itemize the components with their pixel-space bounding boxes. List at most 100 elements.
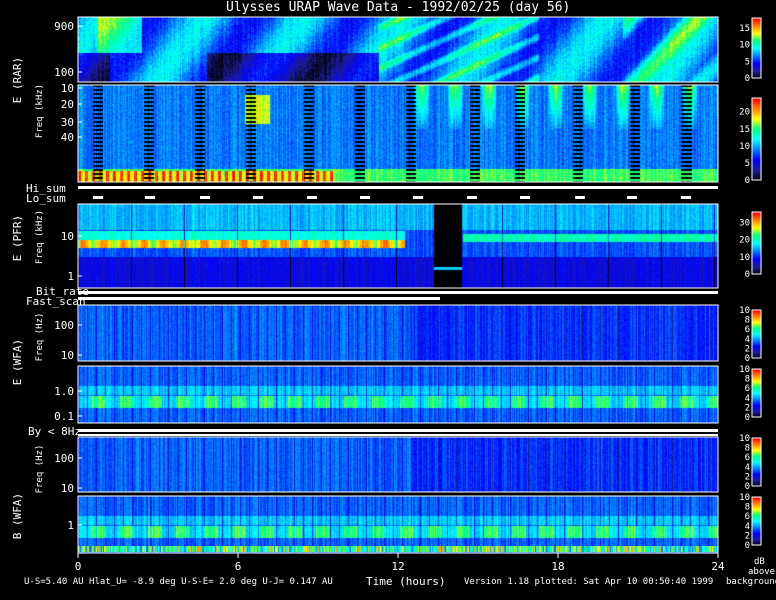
- colorbar-tick-wfa_b_high-3: 4: [745, 463, 750, 473]
- footer-right: Version 1.18 plotted: Sat Apr 10 00:50:4…: [464, 577, 714, 587]
- y-tick-label-rar_low-1: 30: [61, 116, 74, 129]
- colorbar-frame-5: [751, 437, 762, 487]
- colorbar-tick-wfa_e_low-5: 0: [745, 413, 750, 423]
- colorbar-tick-wfa_e_low-3: 4: [745, 394, 750, 404]
- axis-unit-wfa-e: Freq (Hz): [35, 312, 45, 362]
- x-tick-label-3: 18: [551, 560, 564, 573]
- panel-frame-4: [77, 365, 719, 424]
- y-tick-label-wfa_e_low-1: 0.1: [54, 410, 74, 423]
- colorbar-tick-wfa_b_low-2: 6: [745, 512, 750, 522]
- colorbar-tick-wfa_b_high-1: 8: [745, 444, 750, 454]
- colorbar-tick-rar_low-3: 5: [745, 159, 750, 169]
- by-8hz-bar-2: [78, 434, 718, 436]
- axis-title-rar: E (RAR): [11, 56, 24, 104]
- y-tick-label-wfa_e_high-0: 100: [54, 319, 74, 332]
- y-tick-label-pfr-0: 10: [61, 230, 74, 243]
- bit-rate-bar: [78, 291, 718, 294]
- colorbar-tick-rar_low-0: 20: [739, 108, 750, 118]
- colorbar-tick-wfa_e_low-2: 6: [745, 384, 750, 394]
- colorbar-unit-3: background: [726, 577, 776, 587]
- plot-root: Ulysses URAP Wave Data - 1992/02/25 (day…: [0, 0, 776, 600]
- lo-sum-marker-5: [360, 196, 370, 199]
- y-tick-label-rar_low-0: 40: [61, 131, 74, 144]
- x-tick-label-4: 24: [711, 560, 725, 573]
- y-tick-label-wfa_b_high-0: 100: [54, 452, 74, 465]
- axis-title-wfa-e: E (WFA): [11, 338, 24, 386]
- lo-sum-marker-0: [93, 196, 103, 199]
- x-axis-label: Time (hours): [366, 575, 446, 588]
- colorbar-tick-wfa_b_high-5: 0: [745, 482, 750, 492]
- colorbar-tick-wfa_e_high-0: 10: [739, 306, 750, 316]
- colorbar-tick-pfr-2: 10: [739, 253, 750, 263]
- panel-frame-6: [77, 495, 719, 554]
- lo-sum-marker-8: [520, 196, 530, 199]
- by-8hz-bar-1: [78, 429, 718, 432]
- x-tick-label-0: 0: [75, 560, 82, 573]
- axis-unit-wfa-b: Freq (Hz): [35, 444, 45, 494]
- x-tick-label-1: 6: [235, 560, 242, 573]
- colorbar-tick-wfa_e_low-4: 2: [745, 403, 750, 413]
- colorbar-tick-rar_high-2: 5: [745, 57, 750, 67]
- axis-title-wfa-b: B (WFA): [11, 492, 24, 540]
- y-tick-label-rar_low-2: 20: [61, 98, 74, 111]
- fast-scan-bar: [78, 297, 440, 300]
- colorbar-tick-wfa_b_low-1: 8: [745, 503, 750, 513]
- colorbar-tick-pfr-3: 0: [745, 270, 750, 280]
- lo-sum-marker-4: [307, 196, 317, 199]
- y-tick-label-rar_high-1: 900: [54, 20, 74, 33]
- x-tick-label-2: 12: [391, 560, 404, 573]
- colorbar-tick-wfa_e_high-4: 2: [745, 344, 750, 354]
- y-tick-label-rar_high-0: 100: [54, 66, 74, 79]
- colorbar-frame-3: [751, 309, 762, 359]
- y-tick-label-rar_low-3: 10: [61, 82, 74, 95]
- colorbar-tick-wfa_e_low-0: 10: [739, 365, 750, 375]
- colorbar-tick-wfa_b_low-4: 2: [745, 531, 750, 541]
- lo-sum-marker-10: [627, 196, 637, 199]
- y-tick-label-wfa_e_high-1: 10: [61, 349, 74, 362]
- panel-frame-3: [77, 304, 719, 362]
- panel-frame-2: [77, 203, 719, 289]
- panel-frame-1: [77, 84, 719, 183]
- lo-sum-marker-2: [200, 196, 210, 199]
- colorbar-tick-rar_high-3: 0: [745, 74, 750, 84]
- colorbar-tick-wfa_e_high-2: 6: [745, 325, 750, 335]
- lo-sum-marker-3: [253, 196, 263, 199]
- colorbar-tick-wfa_b_low-0: 10: [739, 493, 750, 503]
- axis-title-pfr: E (PFR): [11, 214, 24, 262]
- colorbar-tick-wfa_b_low-3: 4: [745, 522, 750, 532]
- lo-sum-marker-9: [575, 196, 585, 199]
- colorbar-frame-6: [751, 496, 762, 546]
- colorbar-frame-4: [751, 368, 762, 418]
- colorbar-frame-0: [751, 17, 762, 79]
- colorbar-tick-rar_high-1: 10: [739, 41, 750, 51]
- lo-sum-label: Lo_sum: [26, 192, 66, 205]
- colorbar-tick-wfa_b_low-5: 0: [745, 541, 750, 551]
- hi-sum-bar: [78, 186, 718, 189]
- colorbar-tick-wfa_e_high-1: 8: [745, 316, 750, 326]
- colorbar-frame-2: [751, 211, 762, 275]
- colorbar-tick-wfa_e_low-1: 8: [745, 375, 750, 385]
- panel-frame-0: [77, 16, 719, 83]
- colorbar-tick-rar_low-2: 10: [739, 142, 750, 152]
- lo-sum-marker-11: [681, 196, 691, 199]
- lo-sum-marker-6: [413, 196, 423, 199]
- lo-sum-marker-7: [467, 196, 477, 199]
- by-8hz-label: By < 8Hz: [28, 425, 81, 438]
- y-tick-label-wfa_e_low-0: 1.0: [54, 385, 74, 398]
- colorbar-tick-rar_high-0: 15: [739, 24, 750, 34]
- panel-frame-5: [77, 436, 719, 493]
- axis-unit-pfr: Freq (kHz): [35, 209, 45, 265]
- y-tick-label-pfr-1: 1: [67, 270, 74, 283]
- y-tick-label-wfa_b_high-1: 10: [61, 482, 74, 495]
- colorbar-tick-rar_low-4: 0: [745, 176, 750, 186]
- colorbar-tick-rar_low-1: 15: [739, 125, 750, 135]
- colorbar-tick-wfa_e_high-3: 4: [745, 335, 750, 345]
- y-tick-label-wfa_b_low-0: 1: [67, 519, 74, 532]
- lo-sum-marker-1: [145, 196, 155, 199]
- colorbar-tick-wfa_b_high-0: 10: [739, 434, 750, 444]
- axis-unit-rar: Freq (kHz): [35, 83, 45, 139]
- colorbar-frame-1: [751, 97, 762, 181]
- colorbar-tick-wfa_b_high-2: 6: [745, 453, 750, 463]
- colorbar-tick-pfr-0: 30: [739, 218, 750, 228]
- axes-overlay: 10090040302010101100101.00.11001010 6 12 18…: [54, 16, 762, 573]
